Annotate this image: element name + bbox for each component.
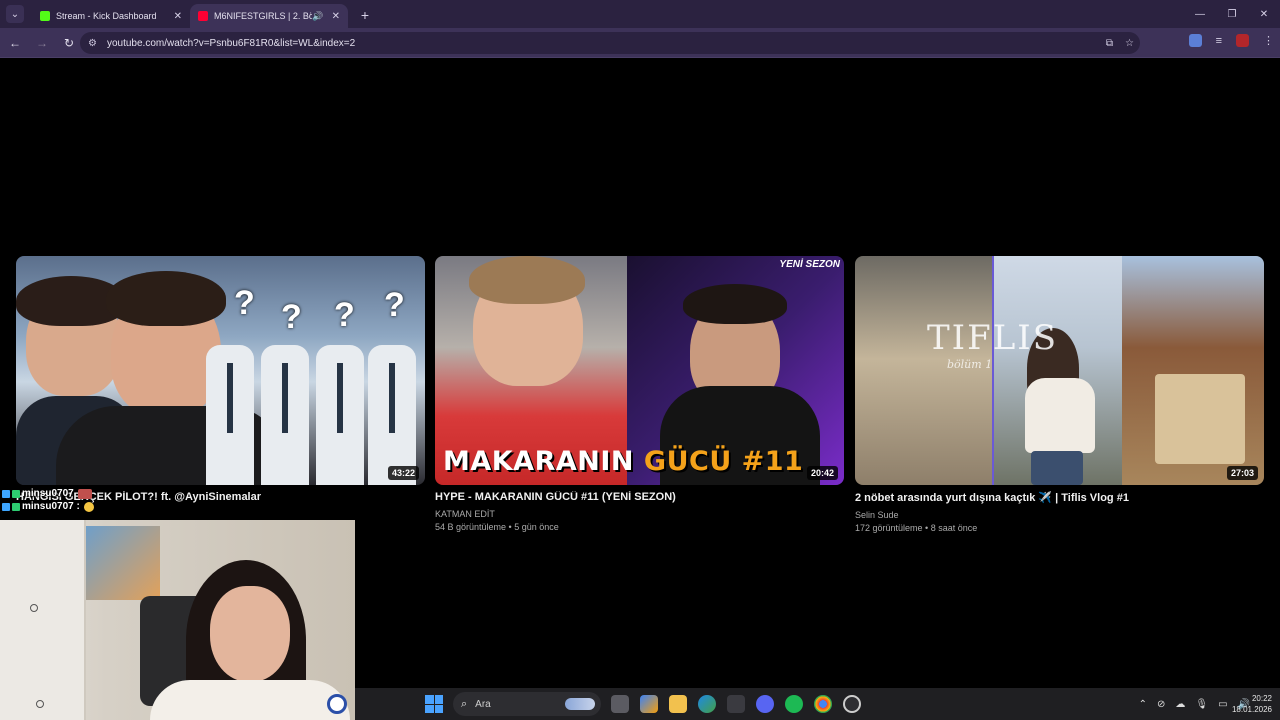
media-controls-icon[interactable]: ≡ — [1216, 35, 1222, 47]
new-tab-button[interactable]: + — [354, 4, 376, 26]
task-view-icon[interactable] — [611, 695, 629, 713]
video-title[interactable]: HYPE - MAKARANIN GÜCÜ #11 (YENİ SEZON) — [435, 491, 844, 503]
chat-separator: : — [73, 501, 80, 512]
tab-kick-dashboard[interactable]: Stream - Kick Dashboard ✕ — [32, 4, 190, 28]
display-icon[interactable]: ▭ — [1218, 699, 1227, 710]
subscriber-badge-icon — [2, 489, 10, 498]
close-window-icon[interactable]: ✕ — [1248, 0, 1280, 28]
search-icon: ⌕ — [461, 697, 468, 710]
clock-time: 20:22 — [1251, 694, 1272, 703]
taskbar-apps — [611, 695, 861, 713]
profile-avatar[interactable] — [1236, 34, 1249, 47]
background-cabinet — [0, 520, 86, 720]
search-highlight-image — [565, 698, 595, 710]
video-card[interactable]: YENİ SEZON MAKARANIN GÜCÜ #11 20:42 HYPE… — [435, 256, 844, 532]
emote-icon — [77, 488, 92, 499]
microphone-icon[interactable]: 🎙 — [1195, 699, 1208, 710]
tab-search-button[interactable]: ⌄ — [6, 5, 24, 23]
close-tab-icon[interactable]: ✕ — [332, 11, 340, 22]
copilot-icon[interactable] — [640, 695, 658, 713]
subscriber-badge-icon — [2, 502, 10, 511]
chrome-icon[interactable] — [814, 695, 832, 713]
obs-icon[interactable] — [843, 695, 861, 713]
back-icon[interactable]: ← — [3, 31, 27, 55]
forward-icon[interactable]: → — [30, 31, 54, 55]
video-meta: 172 görüntüleme • 8 saat önce — [855, 523, 978, 533]
video-card[interactable]: ? ? ? ? 43:22 HANGISI GERÇEK PİLOT?! ft.… — [16, 256, 425, 503]
search-placeholder: Ara — [475, 698, 491, 710]
close-tab-icon[interactable]: ✕ — [174, 11, 182, 22]
store-icon[interactable] — [727, 695, 745, 713]
tab-youtube-video[interactable]: M6NIFESTGIRLS | 2. Bölüm 🔊 ✕ — [190, 4, 348, 28]
extension-icon[interactable] — [1188, 34, 1202, 47]
youtube-favicon-icon — [198, 11, 208, 21]
wall-poster — [86, 526, 160, 600]
video-thumbnail[interactable]: YENİ SEZON MAKARANIN GÜCÜ #11 20:42 — [435, 256, 844, 485]
discord-icon[interactable] — [756, 695, 774, 713]
minimize-icon[interactable]: — — [1184, 0, 1216, 28]
network-off-icon[interactable]: ⊘ — [1157, 699, 1165, 710]
video-thumbnail[interactable]: ? ? ? ? 43:22 — [16, 256, 425, 485]
restore-icon[interactable]: ❐ — [1216, 0, 1248, 28]
menu-kebab-icon[interactable]: ⋮ — [1263, 34, 1274, 47]
site-info-icon[interactable]: ⚙ — [88, 38, 97, 49]
video-card[interactable]: TIFLIS bölüm 1 27:03 2 nöbet arasında yu… — [855, 256, 1264, 533]
emoji-icon — [83, 501, 94, 512]
thumbnail-subcaption: bölüm 1 — [947, 358, 993, 371]
address-bar[interactable]: ⚙ youtube.com/watch?v=Psnbu6F81R0&list=W… — [80, 32, 1140, 54]
duration-badge: 43:22 — [387, 466, 419, 480]
chat-message: minsu0707 — [2, 487, 94, 500]
channel-name[interactable]: KATMAN EDİT — [435, 509, 844, 519]
tab-title: M6NIFESTGIRLS | 2. Bölüm — [214, 11, 313, 21]
browser-toolbar: ← → ↻ ⚙ youtube.com/watch?v=Psnbu6F81R0&… — [0, 28, 1280, 58]
badge-icon — [12, 489, 20, 498]
kick-favicon-icon — [40, 11, 50, 21]
chevron-up-icon[interactable]: ⌃ — [1139, 699, 1147, 710]
duration-badge: 20:42 — [806, 466, 838, 480]
tab-title: Stream - Kick Dashboard — [56, 11, 157, 21]
video-thumbnail[interactable]: TIFLIS bölüm 1 27:03 — [855, 256, 1264, 485]
window-controls: — ❐ ✕ — [1184, 0, 1280, 28]
chat-username: minsu0707 — [22, 501, 74, 512]
stream-logo-icon — [327, 694, 347, 714]
speaker-icon[interactable]: 🔊 — [312, 11, 323, 22]
edge-icon[interactable] — [698, 695, 716, 713]
thumbnail-caption: TIFLIS — [927, 318, 1058, 358]
video-meta: 54 B görüntüleme • 5 gün önce — [435, 522, 559, 532]
spotify-icon[interactable] — [785, 695, 803, 713]
bookmark-star-icon[interactable]: ☆ — [1125, 38, 1134, 49]
thumbnail-image: ? ? ? ? — [16, 256, 425, 485]
taskbar-search[interactable]: ⌕ Ara — [453, 692, 601, 716]
stream-chat-overlay: minsu0707 minsu0707 : — [2, 487, 94, 513]
thumbnail-caption: MAKARANIN GÜCÜ #11 — [443, 446, 804, 477]
taskbar-clock[interactable]: 20:22 18.01.2026 — [1232, 693, 1272, 715]
streamer-face — [210, 586, 290, 682]
windows-taskbar: ⌕ Ara ⌃ ⊘ ☁ 🎙 ▭ 🔊 20:22 18.01.2026 — [355, 688, 1280, 720]
chat-username: minsu0707 — [22, 488, 74, 499]
thumbnail-image: YENİ SEZON MAKARANIN GÜCÜ #11 — [435, 256, 844, 485]
start-button-icon[interactable] — [425, 695, 443, 713]
reload-icon[interactable]: ↻ — [57, 31, 81, 55]
cloud-icon[interactable]: ☁ — [1175, 699, 1185, 710]
thumbnail-image: TIFLIS bölüm 1 — [855, 256, 1264, 485]
extension-area: ≡ ⋮ — [1188, 34, 1274, 47]
channel-name[interactable]: Selin Sude — [855, 510, 1264, 520]
duration-badge: 27:03 — [1226, 466, 1258, 480]
video-title[interactable]: 2 nöbet arasında yurt dışına kaçtık ✈️ |… — [855, 491, 1264, 504]
chat-message: minsu0707 : — [2, 500, 94, 513]
thumbnail-badge: YENİ SEZON — [779, 259, 840, 270]
file-explorer-icon[interactable] — [669, 695, 687, 713]
clock-date: 18.01.2026 — [1231, 705, 1272, 714]
webcam-overlay — [0, 520, 355, 720]
badge-icon — [12, 502, 20, 511]
tab-strip: ⌄ Stream - Kick Dashboard ✕ M6NIFESTGIRL… — [0, 0, 1280, 28]
url-text[interactable]: youtube.com/watch?v=Psnbu6F81R0&list=WL&… — [107, 38, 355, 49]
install-app-icon[interactable]: ⧉ — [1106, 38, 1113, 49]
